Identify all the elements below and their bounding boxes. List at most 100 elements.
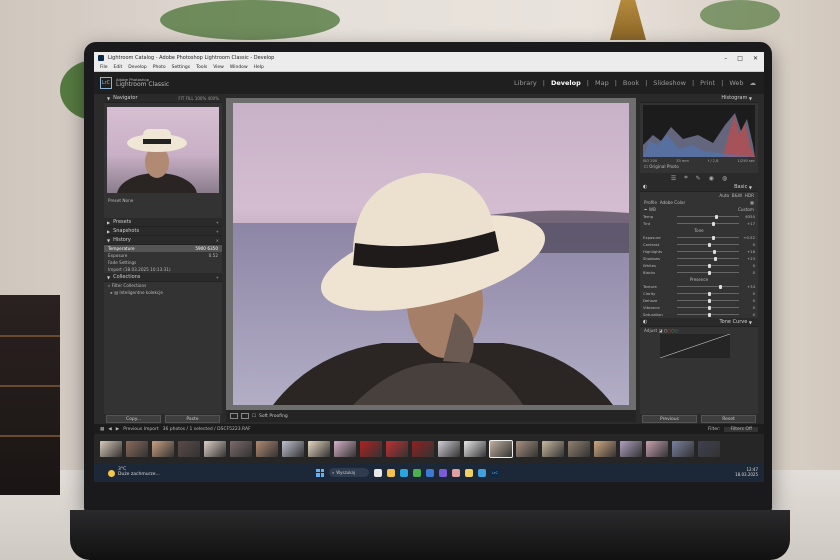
profile-browser-icon[interactable]: ▦: [750, 200, 754, 205]
slider-track[interactable]: [677, 270, 739, 275]
filmstrip-thumbnail[interactable]: [204, 441, 226, 457]
tone-curve-header[interactable]: ◐ Tone Curve ▼: [640, 318, 758, 327]
auto-button[interactable]: Auto: [719, 193, 729, 198]
preset-row[interactable]: Preset None: [104, 197, 222, 204]
eye-icon[interactable]: ◐: [643, 184, 647, 190]
slider-exposure[interactable]: Exposure +0.52: [640, 234, 758, 241]
start-icon[interactable]: [316, 468, 324, 477]
close-button[interactable]: ✕: [753, 55, 758, 62]
redeye-icon[interactable]: ◉: [709, 175, 714, 182]
tone-curve-graph[interactable]: [640, 333, 758, 359]
add-icon[interactable]: +: [216, 275, 219, 280]
soft-proof-checkbox[interactable]: ☐: [252, 414, 256, 419]
menu-photo[interactable]: Photo: [153, 65, 166, 70]
loupe-view-icon[interactable]: [230, 413, 238, 419]
filmstrip-thumbnail[interactable]: [698, 441, 720, 457]
filmstrip-thumbnail[interactable]: [152, 441, 174, 457]
original-photo-toggle[interactable]: ☐ Original Photo: [640, 163, 758, 170]
slider-track[interactable]: [677, 284, 739, 289]
edge-icon[interactable]: [400, 468, 408, 477]
filmstrip-thumbnail[interactable]: [360, 441, 382, 457]
slider-value[interactable]: 0: [743, 270, 755, 275]
menu-tools[interactable]: Tools: [196, 65, 207, 70]
slider-vibrance[interactable]: Vibrance 0: [640, 304, 758, 311]
slider-thumb[interactable]: [708, 312, 711, 317]
module-print[interactable]: Print: [698, 79, 717, 87]
add-icon[interactable]: +: [216, 220, 219, 225]
filmstrip-thumbnail[interactable]: [568, 441, 590, 457]
slider-track[interactable]: [677, 291, 739, 296]
basic-header[interactable]: ◐ Basic ▼: [640, 183, 758, 192]
slider-thumb[interactable]: [708, 270, 711, 275]
filmstrip-thumbnail[interactable]: [464, 441, 486, 457]
crop-icon[interactable]: ⌗: [684, 174, 687, 182]
paste-button[interactable]: Paste: [165, 415, 220, 423]
zoom-400[interactable]: 400%: [208, 96, 219, 101]
filmstrip-source[interactable]: Previous Import: [123, 427, 158, 432]
slider-value[interactable]: 0: [743, 298, 755, 303]
slider-whites[interactable]: Whites 0: [640, 262, 758, 269]
masking-icon[interactable]: ◍: [722, 175, 727, 182]
search-box[interactable]: ⌕ Wyszukaj: [329, 468, 369, 477]
slider-value[interactable]: +34: [743, 284, 755, 289]
menu-file[interactable]: File: [100, 65, 108, 70]
filmstrip-thumbnail[interactable]: [620, 441, 642, 457]
blue-channel-icon[interactable]: ○: [675, 328, 679, 333]
menu-window[interactable]: Window: [230, 65, 248, 70]
app-icon[interactable]: [478, 468, 486, 477]
module-web[interactable]: Web: [727, 79, 745, 87]
snapshots-header[interactable]: ▶ Snapshots +: [104, 227, 222, 236]
add-icon[interactable]: +: [216, 229, 219, 234]
slider-thumb[interactable]: [715, 214, 719, 219]
copy-button[interactable]: Copy...: [106, 415, 161, 423]
navigator-preview[interactable]: [107, 107, 219, 193]
histogram-header[interactable]: Histogram ▼: [640, 94, 758, 103]
bw-button[interactable]: B&W: [732, 193, 742, 198]
hdr-button[interactable]: HDR: [745, 193, 754, 198]
slider-saturation[interactable]: Saturation 0: [640, 311, 758, 318]
slider-thumb[interactable]: [711, 221, 715, 226]
task-view-icon[interactable]: [374, 468, 382, 477]
parametric-curve-icon[interactable]: ◪: [658, 328, 662, 333]
history-item[interactable]: Exposure 0.52: [104, 252, 222, 259]
module-library[interactable]: Library: [512, 79, 539, 87]
wb-row[interactable]: ✒ WB Custom: [640, 206, 758, 213]
slider-track[interactable]: [677, 256, 739, 261]
minimize-button[interactable]: –: [724, 55, 727, 62]
slider-thumb[interactable]: [708, 305, 711, 310]
image-canvas[interactable]: [226, 98, 636, 410]
forward-arrow-icon[interactable]: ▶: [116, 427, 119, 432]
slider-shadows[interactable]: Shadows +23: [640, 255, 758, 262]
filmstrip-thumbnail[interactable]: [594, 441, 616, 457]
previous-button[interactable]: Previous: [642, 415, 697, 423]
back-arrow-icon[interactable]: ◀: [108, 427, 111, 432]
filmstrip-thumbnail[interactable]: [230, 441, 252, 457]
filmstrip-thumbnail[interactable]: [438, 441, 460, 457]
navigator-header[interactable]: ▼ Navigator FIT FILL 100% 400%: [104, 94, 222, 103]
slider-tint[interactable]: Tint +17: [640, 220, 758, 227]
histogram[interactable]: [643, 105, 755, 157]
clock[interactable]: 12:47 18.03.2025: [735, 467, 758, 478]
app-icon[interactable]: [452, 468, 460, 477]
module-book[interactable]: Book: [621, 79, 641, 87]
menu-settings[interactable]: Settings: [172, 65, 190, 70]
slider-thumb[interactable]: [708, 298, 711, 303]
slider-contrast[interactable]: Contrast 0: [640, 241, 758, 248]
filmstrip-thumbnail[interactable]: [334, 441, 356, 457]
slider-value[interactable]: +23: [743, 256, 755, 261]
slider-value[interactable]: +16: [743, 249, 755, 254]
slider-track[interactable]: [677, 221, 739, 226]
filmstrip-thumbnail[interactable]: [489, 440, 513, 458]
collection-item[interactable]: ▸ ▤ Inteligentne kolekcje: [104, 289, 222, 296]
menu-view[interactable]: View: [213, 65, 224, 70]
file-explorer-icon[interactable]: [387, 468, 395, 477]
slider-track[interactable]: [677, 263, 739, 268]
cloud-icon[interactable]: ☁: [748, 79, 759, 87]
filmstrip-thumbnail[interactable]: [412, 441, 434, 457]
history-item[interactable]: Import (18.03.2025 10:13:31): [104, 266, 222, 273]
menu-develop[interactable]: Develop: [128, 65, 147, 70]
filmstrip-thumbnail[interactable]: [386, 441, 408, 457]
slider-value[interactable]: 0: [743, 263, 755, 268]
slider-thumb[interactable]: [714, 256, 718, 261]
presets-header[interactable]: ▶ Presets +: [104, 218, 222, 227]
